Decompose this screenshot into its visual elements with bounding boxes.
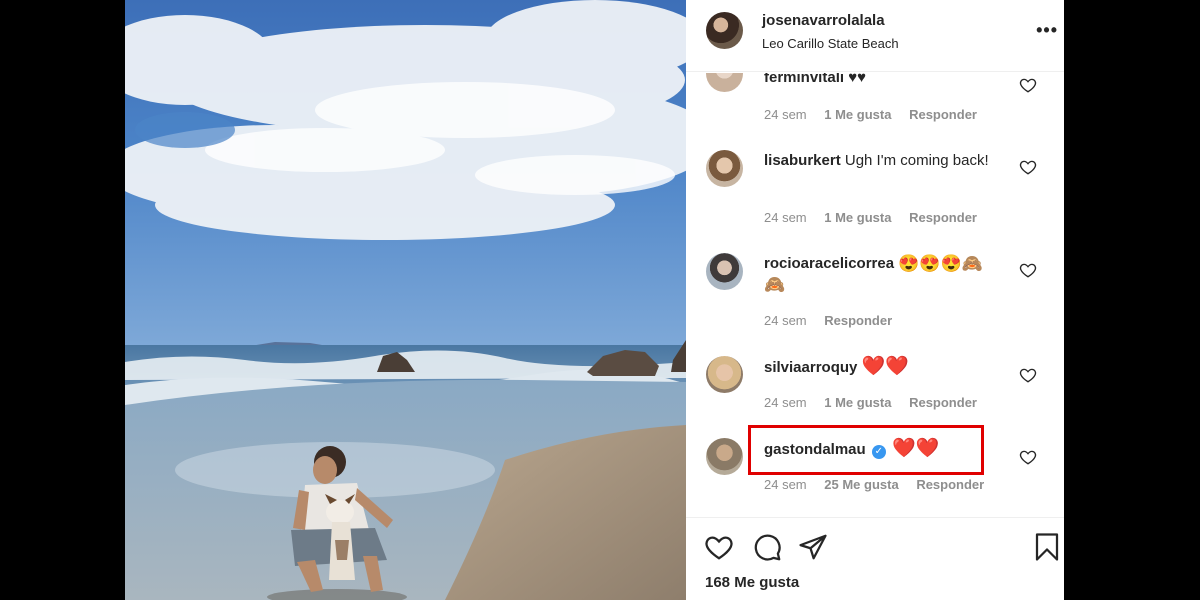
highlight-annotation bbox=[748, 425, 984, 475]
comment-body: ♥♥ bbox=[848, 73, 867, 86]
commenter-avatar[interactable] bbox=[706, 438, 743, 475]
comment-time[interactable]: 24 sem bbox=[764, 107, 807, 122]
letterbox-right bbox=[1064, 0, 1200, 600]
comment-likes[interactable]: 1 Me gusta bbox=[824, 395, 891, 410]
reply-button[interactable]: Responder bbox=[916, 477, 984, 492]
comment-text: ferminvitali ♥♥ bbox=[764, 73, 1004, 88]
post-actions: 168 Me gusta bbox=[686, 517, 1064, 600]
more-options-icon[interactable]: ••• bbox=[1036, 20, 1058, 41]
reply-button[interactable]: Responder bbox=[909, 210, 977, 225]
comments-list[interactable]: ferminvitali ♥♥ 24 sem 1 Me gusta Respon… bbox=[686, 73, 1064, 517]
comment-icon[interactable] bbox=[752, 532, 782, 562]
heart-icon[interactable] bbox=[704, 532, 734, 562]
heart-icon[interactable] bbox=[1019, 261, 1037, 279]
commenter-avatar[interactable] bbox=[706, 73, 743, 92]
heart-icon[interactable] bbox=[1019, 76, 1037, 94]
comment-meta: 24 sem Responder bbox=[764, 313, 906, 328]
commenter-username[interactable]: rocioaracelicorrea bbox=[764, 255, 894, 272]
author-username[interactable]: josenavarrolalala bbox=[762, 12, 885, 29]
letterbox-left bbox=[0, 0, 125, 600]
commenter-avatar[interactable] bbox=[706, 356, 743, 393]
commenter-avatar[interactable] bbox=[706, 253, 743, 290]
comment-time[interactable]: 24 sem bbox=[764, 210, 807, 225]
comment-meta: 24 sem 1 Me gusta Responder bbox=[764, 395, 991, 410]
reply-button[interactable]: Responder bbox=[824, 313, 892, 328]
heart-icon[interactable] bbox=[1019, 158, 1037, 176]
comment-text: lisaburkert Ugh I'm coming back! bbox=[764, 150, 1004, 171]
comment-time[interactable]: 24 sem bbox=[764, 313, 807, 328]
comment-likes[interactable]: 25 Me gusta bbox=[824, 477, 898, 492]
post-header: josenavarrolalala Leo Carillo State Beac… bbox=[686, 0, 1064, 72]
comment-time[interactable]: 24 sem bbox=[764, 477, 807, 492]
save-icon[interactable] bbox=[1032, 532, 1062, 562]
share-icon[interactable] bbox=[798, 532, 828, 562]
likes-count[interactable]: 168 Me gusta bbox=[705, 574, 799, 591]
comment-body: ❤️❤️ bbox=[861, 356, 909, 377]
commenter-username[interactable]: silviaarroquy bbox=[764, 359, 857, 376]
commenter-username[interactable]: ferminvitali bbox=[764, 73, 844, 86]
reply-button[interactable]: Responder bbox=[909, 107, 977, 122]
comment-meta: 24 sem 25 Me gusta Responder bbox=[764, 477, 998, 492]
comment-time[interactable]: 24 sem bbox=[764, 395, 807, 410]
post-location[interactable]: Leo Carillo State Beach bbox=[762, 36, 899, 51]
comment-likes[interactable]: 1 Me gusta bbox=[824, 107, 891, 122]
commenter-username[interactable]: lisaburkert bbox=[764, 152, 841, 169]
post-photo[interactable] bbox=[125, 0, 686, 600]
heart-icon[interactable] bbox=[1019, 366, 1037, 384]
comment-likes[interactable]: 1 Me gusta bbox=[824, 210, 891, 225]
comment-text: silviaarroquy ❤️❤️ bbox=[764, 356, 1004, 378]
comment-meta: 24 sem 1 Me gusta Responder bbox=[764, 107, 991, 122]
comment-body: Ugh I'm coming back! bbox=[844, 152, 989, 169]
comment-text: rocioaracelicorrea 😍😍😍🙈🙈 bbox=[764, 253, 1004, 295]
author-avatar[interactable] bbox=[706, 12, 743, 49]
post-sidebar: josenavarrolalala Leo Carillo State Beac… bbox=[686, 0, 1064, 600]
heart-icon[interactable] bbox=[1019, 448, 1037, 466]
reply-button[interactable]: Responder bbox=[909, 395, 977, 410]
commenter-avatar[interactable] bbox=[706, 150, 743, 187]
comment-meta: 24 sem 1 Me gusta Responder bbox=[764, 210, 991, 225]
